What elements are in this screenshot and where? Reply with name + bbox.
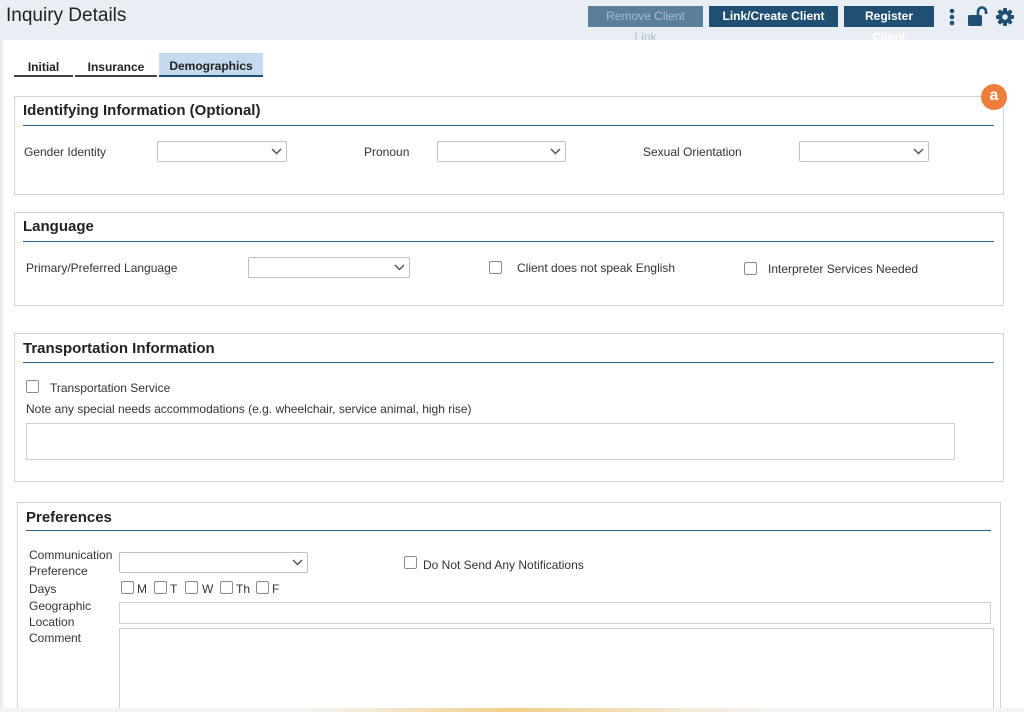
page-title: Inquiry Details [6,5,127,26]
gender-identity-label: Gender Identity [24,145,107,159]
special-needs-note-label: Note any special needs accommodations (e… [26,402,472,416]
day-label-m: M [137,582,147,596]
day-checkbox-f[interactable] [256,581,269,594]
day-label-th: Th [236,582,251,596]
geographic-location-label: Geographic Location [29,599,92,629]
gender-identity-select[interactable] [157,141,287,162]
comment-input[interactable] [119,628,994,712]
geographic-location-input[interactable] [119,602,991,624]
special-needs-note-input[interactable] [26,423,955,460]
help-badge[interactable]: a [981,84,1007,110]
do-not-notify-checkbox[interactable] [404,556,417,569]
preferences-title: Preferences [26,509,112,526]
chevron-down-icon [271,148,282,155]
tab-demographics[interactable]: Demographics [159,53,263,77]
interpreter-checkbox[interactable] [744,262,757,275]
no-english-label: Client does not speak English [517,261,676,275]
day-label-w: W [202,582,214,596]
language-title: Language [23,218,94,235]
do-not-notify-label: Do Not Send Any Notifications [423,558,584,572]
days-label: Days [29,582,57,596]
interpreter-label: Interpreter Services Needed [768,262,919,276]
remove-client-link-button[interactable]: Remove Client Link [588,6,703,44]
pronoun-label: Pronoun [364,145,410,159]
register-client-button[interactable]: Register Client [844,6,934,44]
day-checkbox-w[interactable] [185,581,198,594]
primary-language-label: Primary/Preferred Language [26,261,178,275]
tab-initial[interactable]: Initial [14,53,73,77]
no-english-checkbox[interactable] [489,261,502,274]
gear-icon[interactable] [994,6,1016,28]
header-bar: Inquiry Details Remove Client Link Link/… [0,0,1024,44]
more-vertical-icon[interactable] [947,6,957,28]
unlock-icon[interactable] [966,6,990,28]
chevron-down-icon [394,264,405,271]
section-divider [23,125,994,126]
transportation-service-checkbox[interactable] [26,380,39,393]
bottom-scroll-indicator [0,708,1024,712]
chevron-down-icon [913,148,924,155]
sexual-orientation-select[interactable] [799,141,929,162]
transportation-title: Transportation Information [23,340,215,357]
pronoun-select[interactable] [437,141,566,162]
day-label-t: T [170,582,178,596]
sexual-orientation-label: Sexual Orientation [643,145,742,159]
day-checkbox-m[interactable] [121,581,134,594]
link-create-client-button[interactable]: Link/Create Client [709,6,838,27]
section-divider [23,241,994,242]
tab-insurance[interactable]: Insurance [75,53,157,77]
language-section [14,212,1004,306]
day-checkbox-th[interactable] [220,581,233,594]
identifying-information-title: Identifying Information (Optional) [23,102,261,119]
day-label-f: F [272,582,280,596]
day-checkbox-t[interactable] [154,581,167,594]
communication-preference-label: Communication Preference [29,548,113,578]
transportation-service-label: Transportation Service [50,381,171,395]
comment-label: Comment [29,631,82,645]
section-divider [23,362,994,363]
communication-preference-select[interactable] [119,552,308,573]
primary-language-select[interactable] [248,257,410,278]
chevron-down-icon [292,559,303,566]
chevron-down-icon [550,148,561,155]
section-divider [26,530,991,531]
